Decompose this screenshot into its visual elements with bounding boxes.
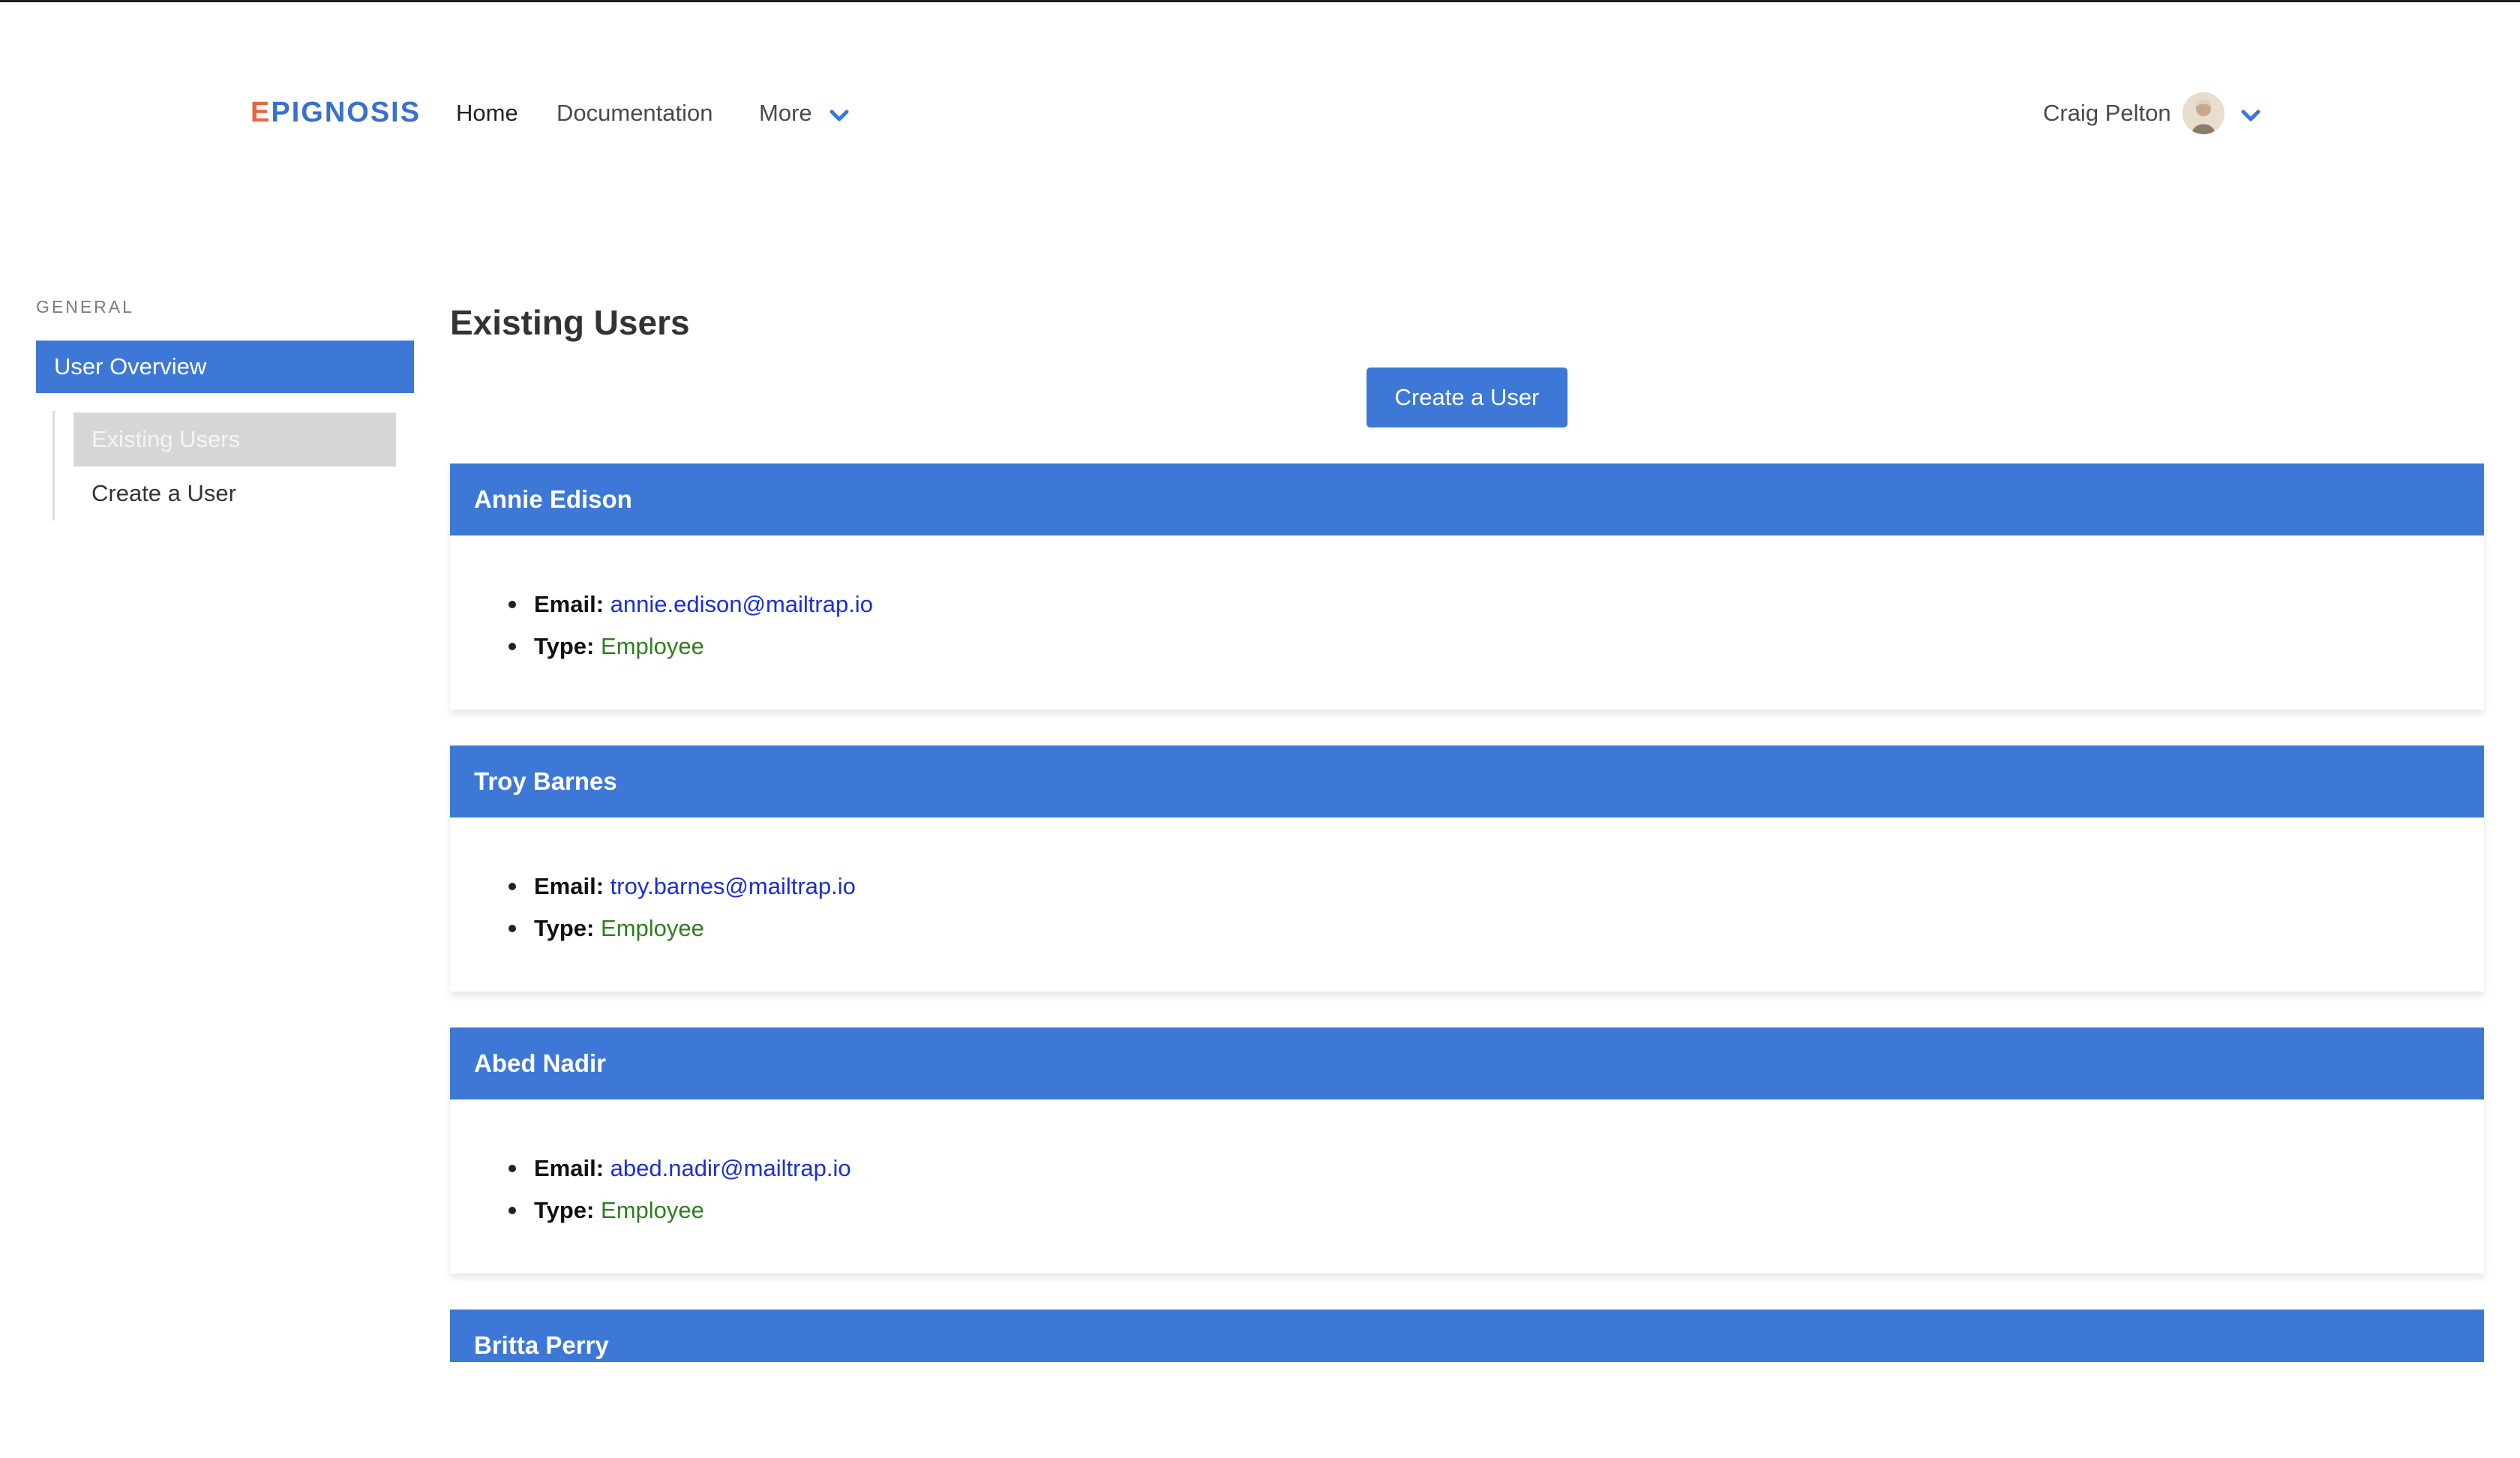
user-email-row: Email: troy.barnes@mailtrap.io [508,870,856,903]
epignosis-logo[interactable]: EPIGNOSIS [250,94,421,131]
nav-documentation-link[interactable]: Documentation [556,97,713,130]
logo-accent-letter: E [250,97,272,128]
user-type-row: Type: Employee [508,912,704,945]
bullet-icon [508,1207,516,1214]
user-type-row: Type: Employee [508,1194,704,1227]
user-card: Abed Nadir Email: abed.nadir@mailtrap.io… [450,1028,2484,1274]
user-type-row: Type: Employee [508,630,704,663]
user-name[interactable]: Craig Pelton [2043,97,2171,130]
user-email-link[interactable]: annie.edison@mailtrap.io [610,591,873,617]
logo-text: PIGNOSIS [271,97,422,128]
sidebar-item-user-overview[interactable]: User Overview [36,340,414,393]
user-card-body: Email: abed.nadir@mailtrap.io Type: Empl… [450,1100,2484,1274]
bullet-icon [508,643,516,650]
bullet-icon [508,1165,516,1172]
email-label: Email: [534,1155,604,1181]
top-navbar: EPIGNOSIS Home Documentation More Craig … [0,2,2520,227]
user-menu-chevron-down-icon[interactable] [2240,104,2262,127]
bullet-icon [508,925,516,932]
user-type-value: Employee [601,1197,704,1223]
sidebar-heading: GENERAL [36,297,134,316]
user-card: Annie Edison Email: annie.edison@mailtra… [450,464,2484,710]
create-user-button[interactable]: Create a User [1366,368,1568,428]
email-label: Email: [534,591,604,617]
user-card-name[interactable]: Troy Barnes [450,746,2484,818]
avatar-person-icon [2182,92,2224,134]
user-email-row: Email: abed.nadir@mailtrap.io [508,1152,851,1185]
user-card-name[interactable]: Britta Perry [450,1310,2484,1362]
user-email-link[interactable]: abed.nadir@mailtrap.io [610,1155,851,1181]
user-avatar[interactable] [2182,92,2224,134]
user-card-name[interactable]: Abed Nadir [450,1028,2484,1100]
user-card-name[interactable]: Annie Edison [450,464,2484,536]
nav-more-link[interactable]: More [759,97,812,130]
sidebar-subitem-create-user[interactable]: Create a User [74,466,396,520]
email-label: Email: [534,873,604,899]
type-label: Type: [534,915,595,941]
user-type-value: Employee [601,915,704,941]
sidebar-subitem-existing-users[interactable]: Existing Users [74,412,396,466]
sidebar-tree-line [52,411,55,520]
bullet-icon [508,601,516,608]
more-chevron-down-icon[interactable] [828,104,850,127]
page-title: Existing Users [450,303,690,342]
user-card: Troy Barnes Email: troy.barnes@mailtrap.… [450,746,2484,992]
user-email-link[interactable]: troy.barnes@mailtrap.io [610,873,856,899]
user-card: Britta Perry [450,1310,2484,1362]
bullet-icon [508,883,516,890]
nav-home-link[interactable]: Home [456,97,518,130]
user-email-row: Email: annie.edison@mailtrap.io [508,588,873,621]
user-card-body: Email: annie.edison@mailtrap.io Type: Em… [450,536,2484,710]
type-label: Type: [534,1197,595,1223]
user-type-value: Employee [601,633,704,659]
type-label: Type: [534,633,595,659]
user-card-body: Email: troy.barnes@mailtrap.io Type: Emp… [450,818,2484,992]
